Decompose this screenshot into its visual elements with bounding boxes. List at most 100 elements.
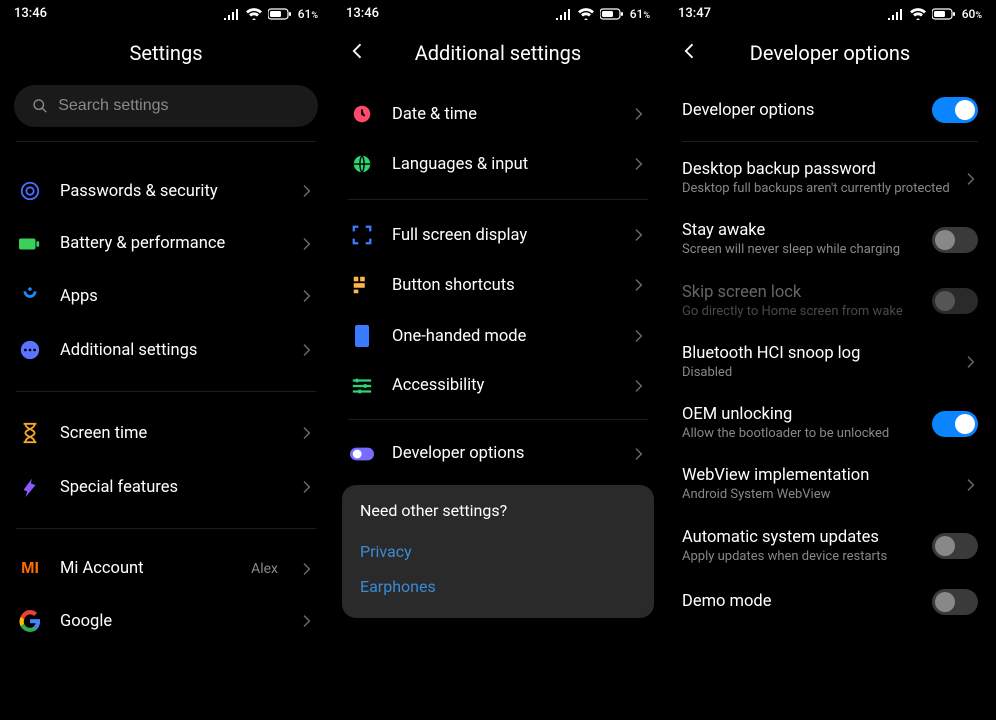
row-label: Google	[60, 612, 280, 631]
chevron-right-icon	[962, 171, 978, 187]
card-link-earphones[interactable]: Earphones	[360, 569, 636, 604]
wifi-icon	[246, 8, 262, 20]
row-title: WebView implementation	[682, 466, 952, 485]
dev-row-skip-lock: Skip screen lock Go directly to Home scr…	[664, 271, 996, 332]
settings-row-screen-time[interactable]: Screen time	[0, 406, 332, 460]
row-label: One-handed mode	[392, 327, 612, 346]
chevron-right-icon	[298, 183, 314, 199]
row-subtitle: Apply updates when device restarts	[682, 549, 922, 565]
page-title: Developer options	[750, 41, 910, 65]
page-title: Settings	[129, 41, 202, 65]
status-icons: 61%	[556, 7, 650, 21]
google-icon	[18, 610, 42, 632]
dev-row-backup-pwd[interactable]: Desktop backup password Desktop full bac…	[664, 148, 996, 209]
developer-icon	[350, 446, 374, 462]
chevron-right-icon	[630, 446, 646, 462]
chevron-left-icon	[680, 41, 700, 61]
chevron-left-icon	[348, 41, 368, 61]
settings-row-developer[interactable]: Developer options	[332, 430, 664, 477]
wifi-icon	[578, 8, 594, 20]
chevron-right-icon	[962, 354, 978, 370]
search-bar[interactable]	[14, 85, 318, 127]
toggle-oem[interactable]	[932, 411, 978, 437]
battery-percent: 61%	[298, 7, 318, 21]
additional-settings-panel: 13:46 61% Additional settings Date & tim…	[332, 0, 664, 720]
signal-icon	[888, 8, 904, 20]
row-label: Battery & performance	[60, 234, 280, 253]
dev-row-demo[interactable]: Demo mode	[664, 577, 996, 627]
battery-icon	[600, 8, 624, 20]
card-link-privacy[interactable]: Privacy	[360, 534, 636, 569]
dev-row-dev-main[interactable]: Developer options	[664, 85, 996, 135]
row-label: Screen time	[60, 424, 280, 443]
battery-icon	[268, 8, 292, 20]
dev-row-auto-updates[interactable]: Automatic system updates Apply updates w…	[664, 516, 996, 577]
page-title: Additional settings	[415, 41, 582, 65]
settings-row-accessibility[interactable]: Accessibility	[332, 362, 664, 409]
row-title: Automatic system updates	[682, 528, 922, 547]
header: Additional settings	[332, 31, 664, 75]
row-label: Mi Account	[60, 559, 233, 578]
header: Developer options	[664, 31, 996, 75]
toggle-demo[interactable]	[932, 589, 978, 615]
settings-row-button-shortcuts[interactable]: Button shortcuts	[332, 260, 664, 310]
settings-row-apps[interactable]: Apps	[0, 269, 332, 323]
settings-row-languages[interactable]: Languages & input	[332, 139, 664, 189]
settings-row-full-screen[interactable]: Full screen display	[332, 210, 664, 260]
row-subtitle: Go directly to Home screen from wake	[682, 304, 922, 320]
chevron-right-icon	[630, 378, 646, 394]
settings-row-date-time[interactable]: Date & time	[332, 89, 664, 139]
row-label: Accessibility	[392, 376, 612, 395]
dev-row-stay-awake[interactable]: Stay awake Screen will never sleep while…	[664, 209, 996, 270]
row-title: Desktop backup password	[682, 160, 952, 179]
chevron-right-icon	[298, 561, 314, 577]
back-button[interactable]	[680, 41, 700, 65]
chevron-right-icon	[298, 342, 314, 358]
row-title: Bluetooth HCI snoop log	[682, 344, 952, 363]
developer-options-panel: 13:47 60% Developer options Developer op…	[664, 0, 996, 720]
status-icons: 60%	[888, 7, 982, 21]
row-label: Passwords & security	[60, 182, 280, 201]
apps-icon	[18, 285, 42, 307]
settings-row-mi-account[interactable]: MI Mi Account Alex	[0, 543, 332, 594]
additional-icon	[18, 339, 42, 361]
need-other-card: Need other settings? Privacy Earphones	[342, 485, 654, 618]
toggle-skip-lock	[932, 288, 978, 314]
chevron-right-icon	[962, 477, 978, 493]
search-icon	[32, 97, 48, 115]
dev-row-webview[interactable]: WebView implementation Android System We…	[664, 454, 996, 515]
dev-row-oem[interactable]: OEM unlocking Allow the bootloader to be…	[664, 393, 996, 454]
row-label: Full screen display	[392, 226, 612, 245]
settings-row-additional[interactable]: Additional settings	[0, 323, 332, 377]
status-bar: 13:46 61%	[332, 0, 664, 25]
mi-account-icon: MI	[18, 560, 42, 578]
status-bar: 13:47 60%	[664, 0, 996, 25]
toggle-stay-awake[interactable]	[932, 227, 978, 253]
chevron-right-icon	[630, 328, 646, 344]
chevron-right-icon	[630, 227, 646, 243]
row-title: Developer options	[682, 101, 922, 120]
status-bar: 13:46 61%	[0, 0, 332, 25]
row-label: Additional settings	[60, 341, 280, 360]
languages-icon	[350, 153, 374, 175]
settings-row-passwords[interactable]: Passwords & security	[0, 164, 332, 218]
special-icon	[18, 476, 42, 498]
row-label: Button shortcuts	[392, 276, 612, 295]
settings-row-special[interactable]: Special features	[0, 460, 332, 514]
battery-percent: 60%	[962, 7, 982, 21]
settings-row-battery[interactable]: Battery & performance	[0, 218, 332, 269]
passwords-icon	[18, 180, 42, 202]
chevron-right-icon	[298, 288, 314, 304]
back-button[interactable]	[348, 41, 368, 65]
battery-icon	[18, 236, 42, 252]
settings-row-one-handed[interactable]: One-handed mode	[332, 310, 664, 362]
toggle-dev-main[interactable]	[932, 97, 978, 123]
search-input[interactable]	[58, 97, 300, 115]
chevron-right-icon	[298, 613, 314, 629]
signal-icon	[556, 8, 572, 20]
settings-row-google[interactable]: Google	[0, 594, 332, 648]
toggle-auto-updates[interactable]	[932, 533, 978, 559]
battery-percent: 61%	[630, 7, 650, 21]
chevron-right-icon	[630, 156, 646, 172]
dev-row-bt-hci[interactable]: Bluetooth HCI snoop log Disabled	[664, 332, 996, 393]
